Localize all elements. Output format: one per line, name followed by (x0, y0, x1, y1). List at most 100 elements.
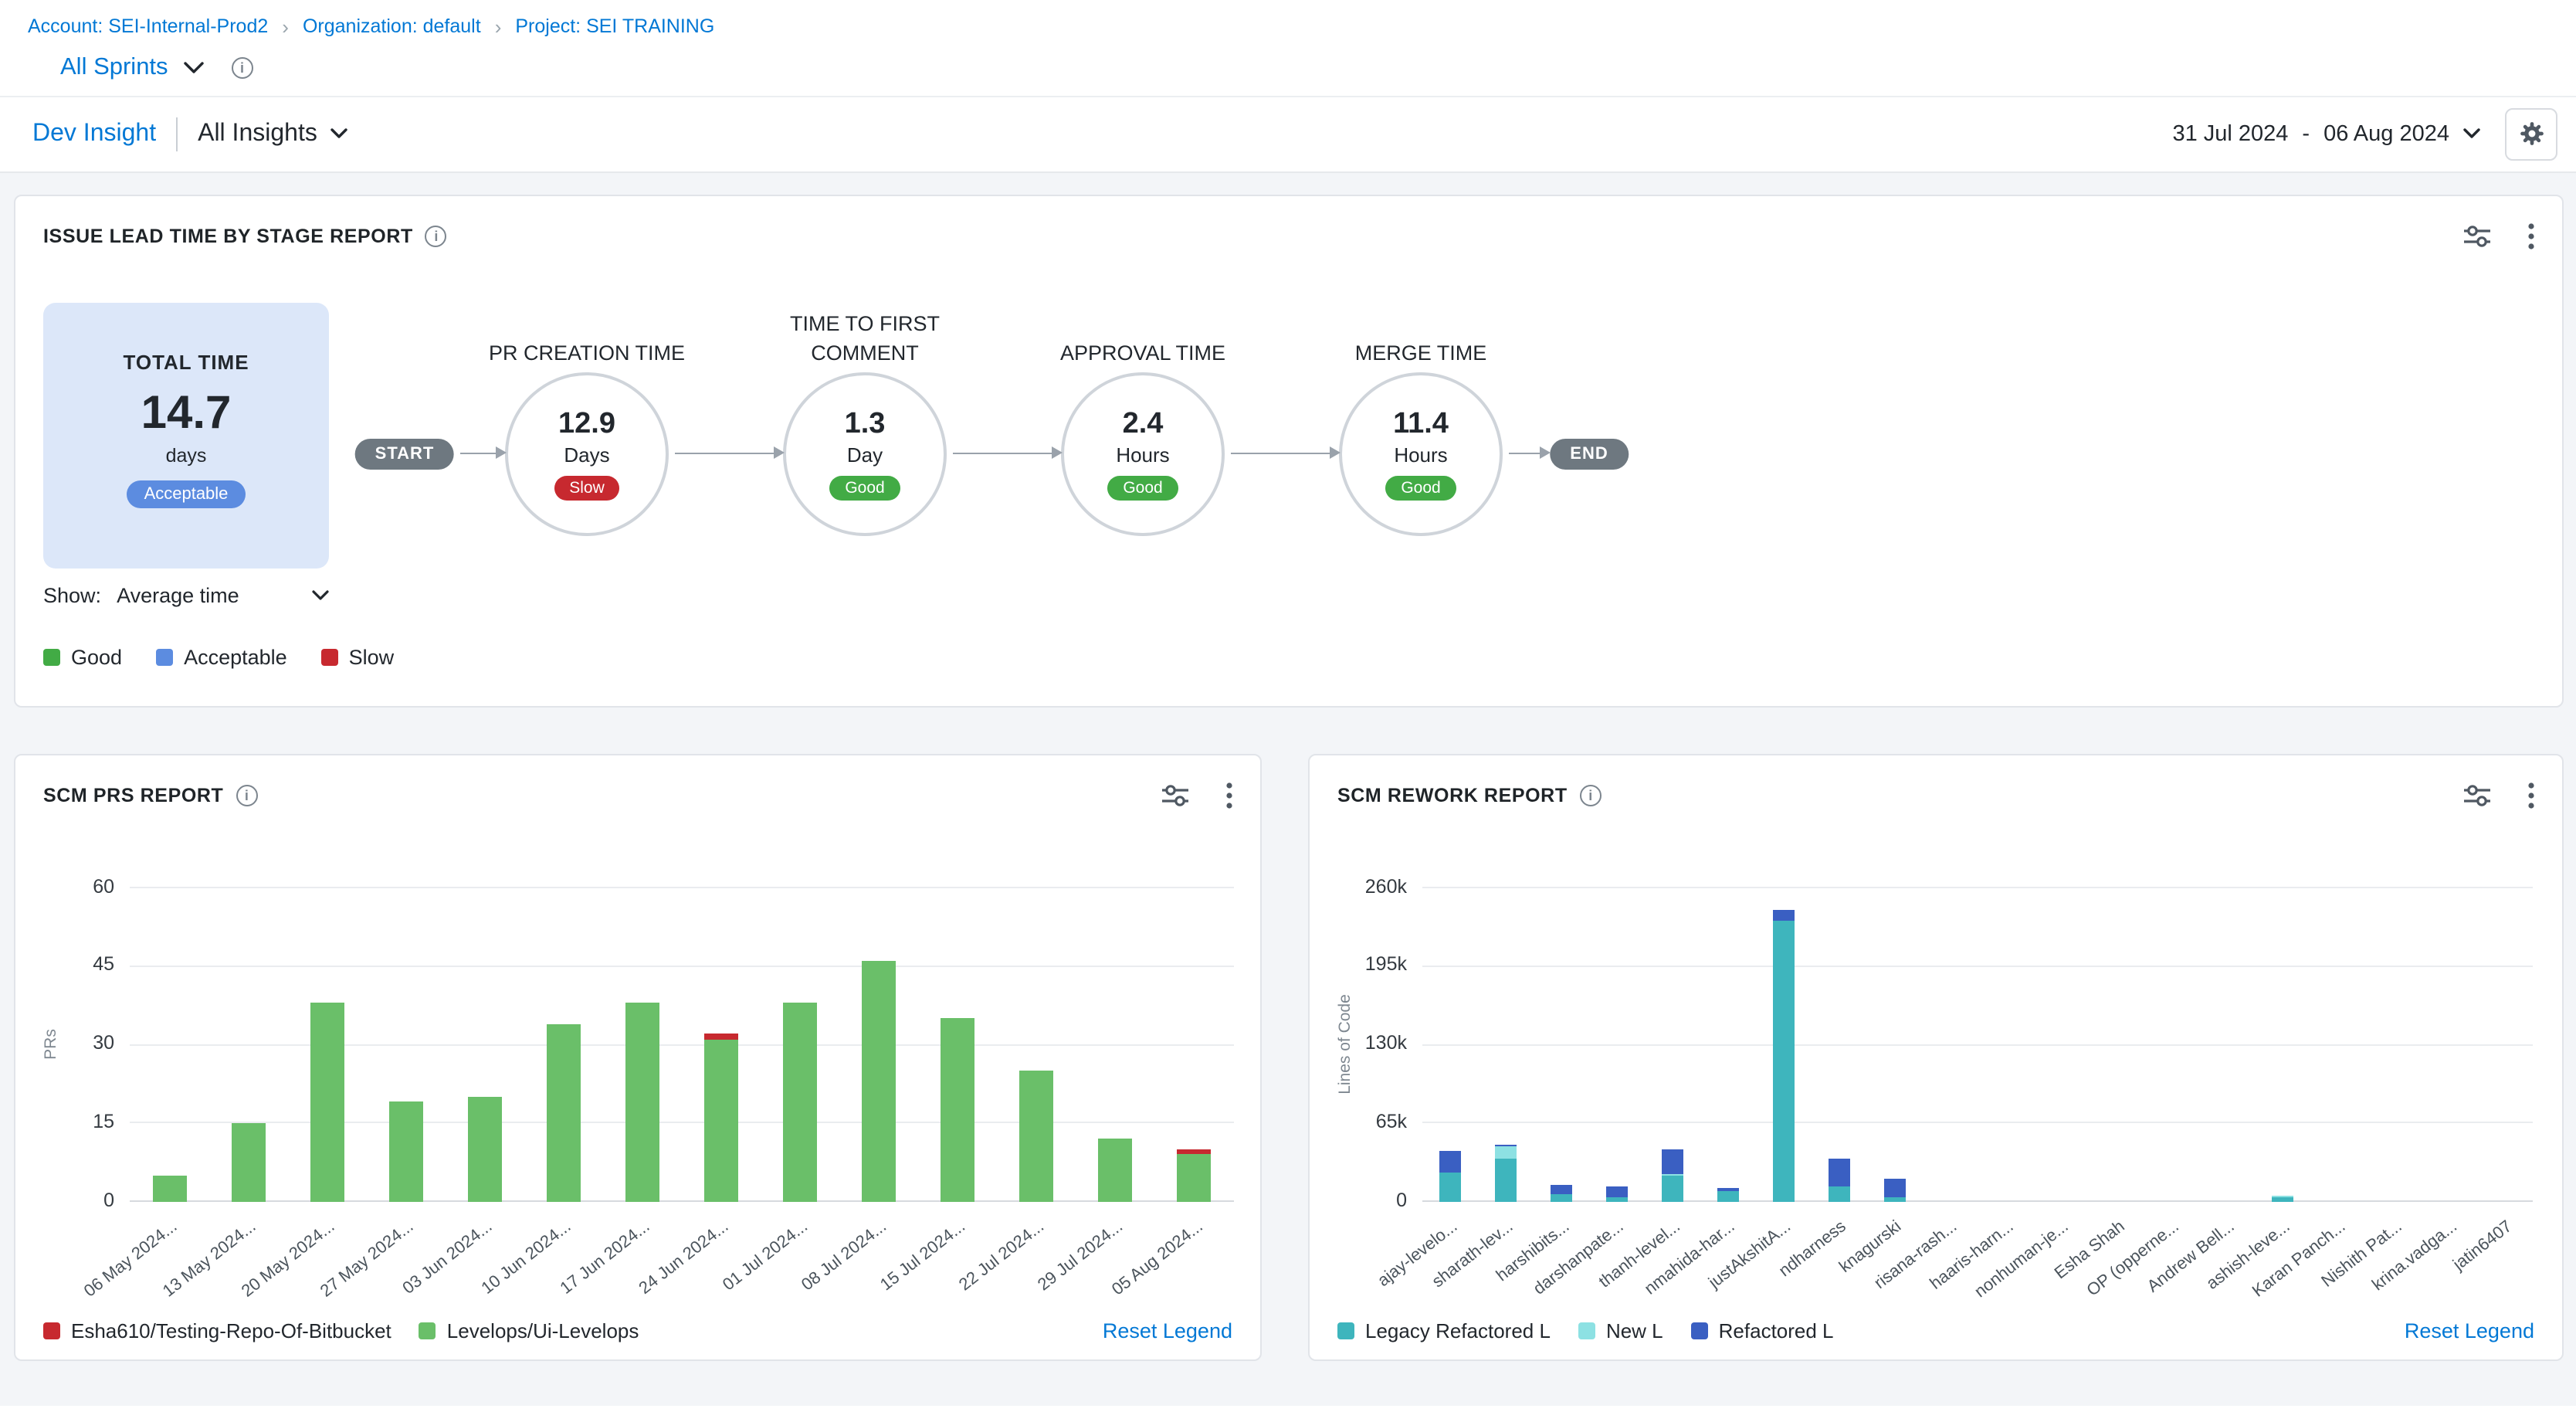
gridline (1422, 887, 2533, 888)
bar-segment[interactable] (783, 1003, 817, 1201)
card-title: SCM PRS REPORT (43, 784, 223, 806)
bar-segment[interactable] (310, 1003, 344, 1201)
stage-circle[interactable]: 2.4HoursGood (1061, 372, 1225, 535)
legend-label: Refactored L (1719, 1319, 1834, 1342)
bar-segment[interactable] (1495, 1158, 1517, 1201)
module-link[interactable]: Dev Insight (32, 120, 156, 148)
bar-segment[interactable] (2272, 1198, 2293, 1202)
bar-segment[interactable] (1495, 1145, 1517, 1147)
bar-segment[interactable] (1020, 1071, 1054, 1201)
bar-segment[interactable] (1439, 1151, 1461, 1173)
stage-value: 11.4 (1393, 407, 1449, 441)
legend-label: Legacy Refactored L (1365, 1319, 1551, 1342)
legend-swatch (1578, 1322, 1595, 1339)
chart-filter-sliders-icon[interactable] (2463, 782, 2491, 807)
bar-segment[interactable] (1551, 1194, 1572, 1201)
breadcrumb-link[interactable]: Organization: default (303, 16, 481, 39)
bar-segment[interactable] (1662, 1173, 1683, 1176)
stage-circle[interactable]: 11.4HoursGood (1339, 372, 1503, 535)
y-tick-label: 130k (1310, 1032, 1407, 1054)
legend-item: Acceptable (156, 645, 287, 668)
bar-segment[interactable] (1717, 1190, 1738, 1201)
stage-circle[interactable]: 1.3DayGood (783, 372, 947, 535)
bar-segment[interactable] (1717, 1188, 1738, 1190)
flow-arrow-icon (1509, 452, 1541, 454)
legend-item[interactable]: Esha610/Testing-Repo-Of-Bitbucket (43, 1319, 391, 1342)
bar-segment[interactable] (1551, 1184, 1572, 1193)
bar-segment[interactable] (1883, 1179, 1905, 1198)
flow-arrow-icon (1231, 452, 1331, 454)
settings-button[interactable] (2505, 107, 2557, 160)
bar-segment[interactable] (1178, 1149, 1212, 1155)
stage-name-label: APPROVAL TIME (1019, 283, 1266, 368)
y-tick-label: 60 (15, 875, 114, 897)
bar-segment[interactable] (1439, 1173, 1461, 1201)
y-tick-label: 15 (15, 1111, 114, 1132)
x-axis-label: 15 Jul 2024... (877, 1217, 969, 1294)
kebab-menu-icon[interactable] (1226, 781, 1232, 809)
reset-legend-link[interactable]: Reset Legend (2405, 1319, 2534, 1342)
bar-segment[interactable] (1828, 1158, 1849, 1186)
chevron-down-icon[interactable] (184, 61, 204, 73)
bar-segment[interactable] (704, 1039, 738, 1201)
flow-end-pill: END (1550, 438, 1628, 469)
bar-segment[interactable] (1662, 1176, 1683, 1201)
bar-segment[interactable] (625, 1003, 659, 1201)
chevron-down-icon[interactable] (331, 128, 348, 139)
info-icon[interactable]: i (236, 784, 257, 806)
legend-label: Esha610/Testing-Repo-Of-Bitbucket (71, 1319, 391, 1342)
legend-swatch (1691, 1322, 1708, 1339)
chart-filter-sliders-icon[interactable] (1161, 782, 1189, 807)
chevron-right-icon: › (282, 15, 289, 39)
bar-segment[interactable] (1606, 1198, 1628, 1202)
bar-segment[interactable] (231, 1123, 265, 1202)
x-axis-label: 08 Jul 2024... (798, 1217, 890, 1294)
bar-segment[interactable] (1495, 1147, 1517, 1158)
rework-chart-area: 065k130k195k260kajay-levelo...sharath-le… (1310, 888, 2562, 1351)
legend-item: Slow (321, 645, 395, 668)
bar-segment[interactable] (389, 1102, 423, 1202)
y-tick-label: 195k (1310, 954, 1407, 976)
y-tick-label: 0 (1310, 1189, 1407, 1210)
gridline (1422, 1200, 2533, 1202)
gridline (130, 966, 1234, 967)
bar-segment[interactable] (941, 1018, 975, 1201)
breadcrumb-link[interactable]: Account: SEI-Internal-Prod2 (28, 16, 268, 39)
y-tick-label: 65k (1310, 1111, 1407, 1132)
bar-segment[interactable] (1662, 1149, 1683, 1173)
bar-segment[interactable] (704, 1034, 738, 1040)
stage-circle[interactable]: 12.9DaysSlow (505, 372, 669, 535)
legend-item: Good (43, 645, 122, 668)
legend-item[interactable]: New L (1578, 1319, 1663, 1342)
stage-name-label: MERGE TIME (1297, 283, 1544, 368)
bar-segment[interactable] (862, 961, 896, 1201)
bar-segment[interactable] (1883, 1198, 1905, 1202)
gridline (130, 1122, 1234, 1124)
bar-segment[interactable] (1099, 1139, 1133, 1201)
bar-segment[interactable] (152, 1175, 186, 1201)
bar-segment[interactable] (1178, 1154, 1212, 1201)
legend-item[interactable]: Refactored L (1691, 1319, 1834, 1342)
gridline (1422, 1044, 2533, 1045)
bar-segment[interactable] (468, 1097, 502, 1201)
show-metric-select[interactable]: Show: Average time (43, 583, 329, 606)
date-range-selector[interactable]: 31 Jul 2024 - 06 Aug 2024 (2172, 121, 2480, 146)
stage-rating-badge: Good (1107, 475, 1178, 500)
flow-start-pill: START (355, 438, 455, 469)
kebab-menu-icon[interactable] (2528, 781, 2534, 809)
sprint-selector[interactable]: All Sprints (60, 53, 168, 81)
bar-segment[interactable] (1828, 1186, 1849, 1201)
legend-item[interactable]: Levelops/Ui-Levelops (419, 1319, 639, 1342)
info-icon[interactable]: i (232, 56, 253, 78)
bar-segment[interactable] (2272, 1196, 2293, 1198)
breadcrumb-link[interactable]: Project: SEI TRAINING (515, 16, 714, 39)
reset-legend-link[interactable]: Reset Legend (1103, 1319, 1232, 1342)
bar-segment[interactable] (1772, 922, 1794, 1201)
bar-segment[interactable] (547, 1023, 581, 1201)
legend-item[interactable]: Legacy Refactored L (1337, 1319, 1551, 1342)
bar-segment[interactable] (1606, 1187, 1628, 1198)
info-icon[interactable]: i (1580, 784, 1602, 806)
insight-selector[interactable]: All Insights (198, 120, 317, 148)
legend-swatch (43, 1322, 60, 1339)
bar-segment[interactable] (1772, 909, 1794, 922)
